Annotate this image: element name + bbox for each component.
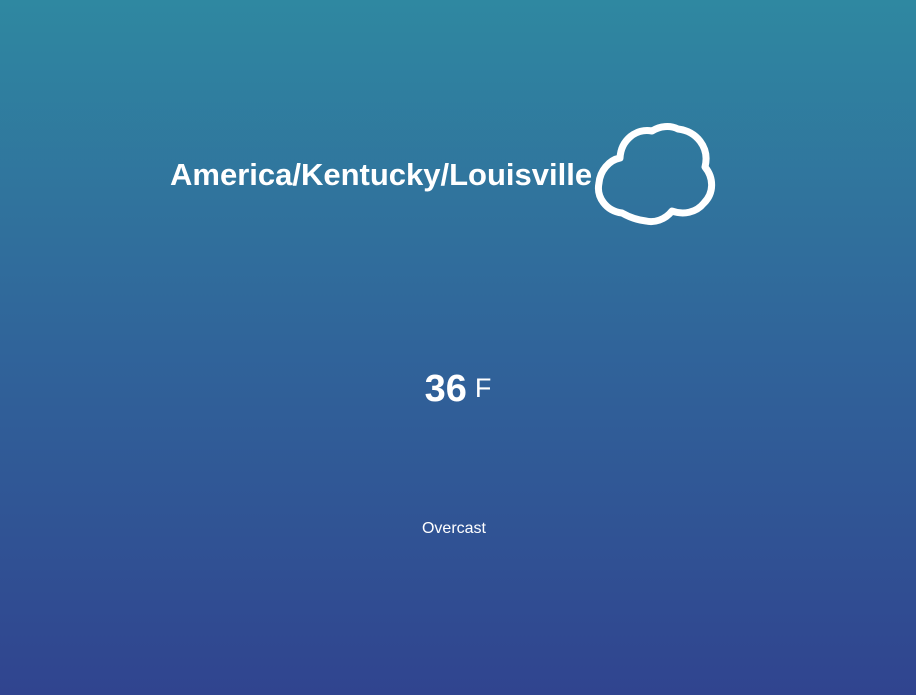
cloud-icon — [595, 123, 716, 226]
weather-condition: Overcast — [421, 520, 486, 537]
location-name: America/Kentucky/Louisville — [170, 156, 593, 192]
temperature-display: 36 F — [0, 370, 916, 408]
temperature-unit: F — [474, 373, 492, 403]
temperature-value: 36 — [424, 368, 467, 410]
location-header: America/Kentucky/Louisville — [170, 123, 716, 226]
